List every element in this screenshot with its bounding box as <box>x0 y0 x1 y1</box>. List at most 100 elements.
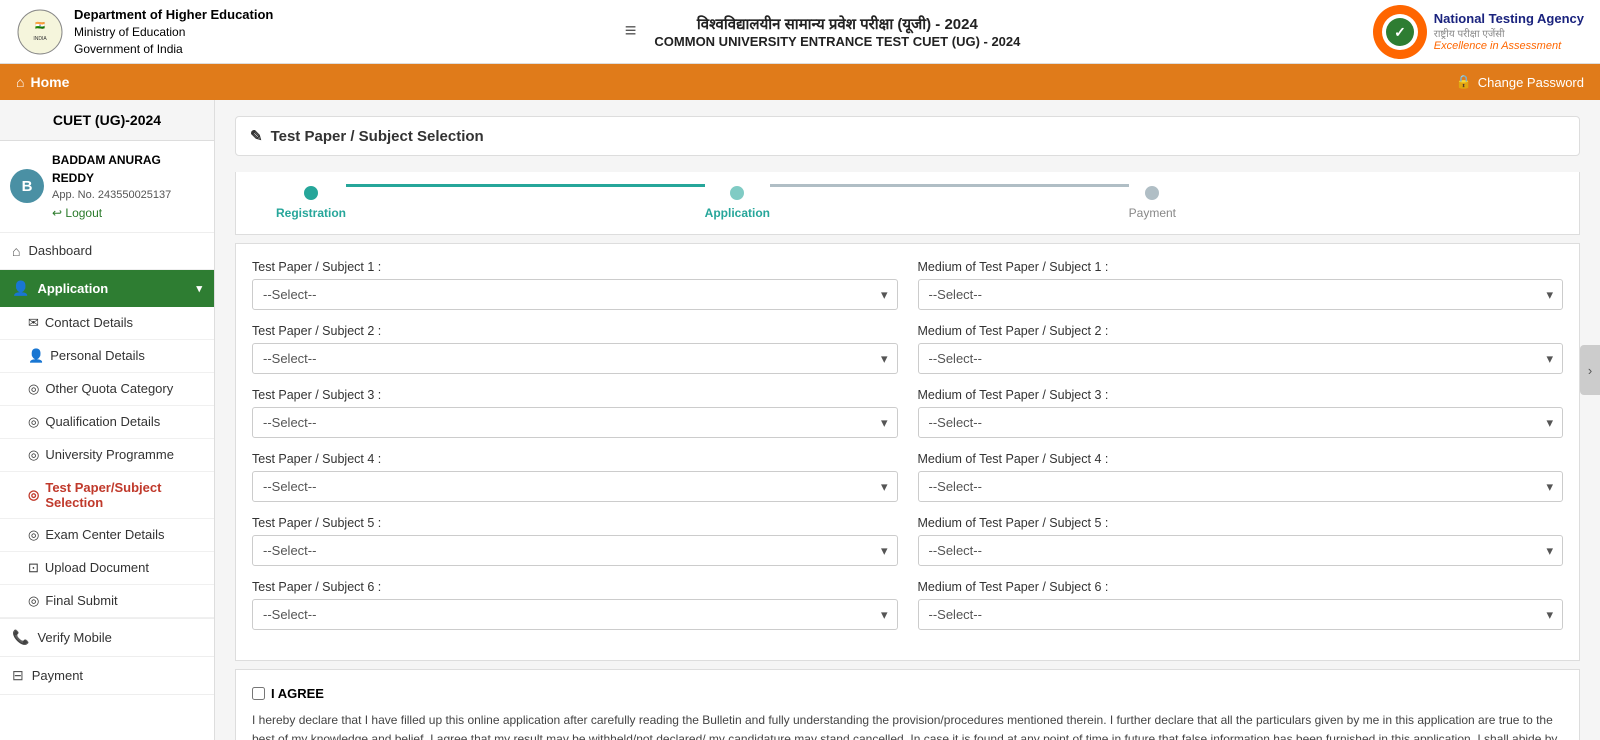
step-line-2 <box>770 184 1129 187</box>
sidebar-item-exam-center[interactable]: ◎ Exam Center Details <box>0 519 214 552</box>
hamburger-menu[interactable]: ≡ <box>625 20 637 43</box>
subject-1-group: Test Paper / Subject 1 : --Select-- <box>252 260 898 310</box>
dashboard-link[interactable]: ⌂ Dashboard <box>0 233 214 269</box>
subject-5-wrapper: --Select-- <box>252 535 898 566</box>
logout-link[interactable]: ↩ Logout <box>52 204 204 222</box>
subject-5-label: Test Paper / Subject 5 : <box>252 516 898 530</box>
title-hindi: विश्वविद्यालयीन सामान्य प्रवेश परीक्षा (… <box>654 14 1020 34</box>
medium-5-select[interactable]: --Select-- <box>918 535 1564 566</box>
personal-label: Personal Details <box>50 348 145 363</box>
agree-text: I hereby declare that I have filled up t… <box>252 711 1563 740</box>
medium-1-wrapper: --Select-- <box>918 279 1564 310</box>
payment-link[interactable]: ⊟ Payment <box>0 657 214 694</box>
sidebar-item-payment[interactable]: ⊟ Payment <box>0 657 214 695</box>
subject-5-group: Test Paper / Subject 5 : --Select-- <box>252 516 898 566</box>
medium-6-label: Medium of Test Paper / Subject 6 : <box>918 580 1564 594</box>
sidebar-item-contact-details[interactable]: ✉ Contact Details <box>0 307 214 340</box>
step-label-payment: Payment <box>1129 206 1176 220</box>
step-registration: Registration <box>276 186 346 220</box>
payment-label: Payment <box>32 668 83 683</box>
upload-label: Upload Document <box>45 560 149 575</box>
subject-3-select[interactable]: --Select-- <box>252 407 898 438</box>
nta-logo-svg: ✓ <box>1372 4 1428 60</box>
logout-icon: ↩ <box>52 206 62 220</box>
medium-4-select[interactable]: --Select-- <box>918 471 1564 502</box>
medium-3-group: Medium of Test Paper / Subject 3 : --Sel… <box>918 388 1564 438</box>
subject-2-select[interactable]: --Select-- <box>252 343 898 374</box>
sidebar-item-other-quota[interactable]: ◎ Other Quota Category <box>0 373 214 406</box>
test-icon: ◎ <box>28 487 39 503</box>
medium-2-group: Medium of Test Paper / Subject 2 : --Sel… <box>918 324 1564 374</box>
home-label: Home <box>30 74 69 90</box>
agree-label[interactable]: I AGREE <box>271 686 324 701</box>
sidebar-item-dashboard[interactable]: ⌂ Dashboard <box>0 233 214 270</box>
medium-2-label: Medium of Test Paper / Subject 2 : <box>918 324 1564 338</box>
medium-6-select[interactable]: --Select-- <box>918 599 1564 630</box>
medium-3-select[interactable]: --Select-- <box>918 407 1564 438</box>
agreement-section: I AGREE I hereby declare that I have fil… <box>235 669 1580 740</box>
medium-4-label: Medium of Test Paper / Subject 4 : <box>918 452 1564 466</box>
step-label-registration: Registration <box>276 206 346 220</box>
submit-icon: ◎ <box>28 593 39 609</box>
home-nav[interactable]: ⌂ Home <box>16 74 69 90</box>
sidebar-item-final-submit[interactable]: ◎ Final Submit <box>0 585 214 618</box>
sidebar-item-personal-details[interactable]: 👤 Personal Details <box>0 340 214 373</box>
step-label-application: Application <box>705 206 770 220</box>
header-center: विश्वविद्यालयीन सामान्य प्रवेश परीक्षा (… <box>654 14 1020 49</box>
submit-label: Final Submit <box>45 593 117 608</box>
medium-4-group: Medium of Test Paper / Subject 4 : --Sel… <box>918 452 1564 502</box>
quota-icon: ◎ <box>28 381 39 397</box>
subject-6-select[interactable]: --Select-- <box>252 599 898 630</box>
sidebar-item-verify-mobile[interactable]: 📞 Verify Mobile <box>0 619 214 657</box>
change-password-nav[interactable]: 🔒 Change Password <box>1456 74 1584 90</box>
medium-1-select[interactable]: --Select-- <box>918 279 1564 310</box>
user-info: B BADDAM ANURAG REDDY App. No. 243550025… <box>0 141 214 233</box>
verify-mobile-link[interactable]: 📞 Verify Mobile <box>0 619 214 656</box>
avatar: B <box>10 169 44 203</box>
sidebar-item-upload-doc[interactable]: ⊡ Upload Document <box>0 552 214 585</box>
subject-3-group: Test Paper / Subject 3 : --Select-- <box>252 388 898 438</box>
medium-2-select[interactable]: --Select-- <box>918 343 1564 374</box>
subject-2-group: Test Paper / Subject 2 : --Select-- <box>252 324 898 374</box>
chevron-down-icon: ▾ <box>196 282 202 295</box>
edit-icon: ✎ <box>250 127 263 145</box>
form-row-4: Test Paper / Subject 4 : --Select-- Medi… <box>252 452 1563 502</box>
verify-mobile-label: Verify Mobile <box>37 630 111 645</box>
subject-6-wrapper: --Select-- <box>252 599 898 630</box>
application-nav[interactable]: 👤 Application ▾ <box>0 270 214 307</box>
subject-1-label: Test Paper / Subject 1 : <box>252 260 898 274</box>
subject-6-group: Test Paper / Subject 6 : --Select-- <box>252 580 898 630</box>
step-circle-registration <box>304 186 318 200</box>
progress-steps: Registration Application Payment <box>276 186 1176 220</box>
step-circle-application <box>730 186 744 200</box>
medium-5-group: Medium of Test Paper / Subject 5 : --Sel… <box>918 516 1564 566</box>
dashboard-label: Dashboard <box>28 243 92 258</box>
nta-name: National Testing Agency <box>1434 11 1584 26</box>
subject-4-select[interactable]: --Select-- <box>252 471 898 502</box>
chevron-right-icon: › <box>1588 363 1592 378</box>
sidebar-nav: ⌂ Dashboard 👤 Application ▾ ✉ Contact De… <box>0 233 214 695</box>
form-row-2: Test Paper / Subject 2 : --Select-- Medi… <box>252 324 1563 374</box>
subject-4-wrapper: --Select-- <box>252 471 898 502</box>
subject-5-select[interactable]: --Select-- <box>252 535 898 566</box>
page-title: Test Paper / Subject Selection <box>271 128 484 145</box>
subject-3-wrapper: --Select-- <box>252 407 898 438</box>
sidebar-item-qualification[interactable]: ◎ Qualification Details <box>0 406 214 439</box>
govt: Government of India <box>74 41 273 58</box>
dept-name: Department of Higher Education <box>74 6 273 24</box>
medium-3-label: Medium of Test Paper / Subject 3 : <box>918 388 1564 402</box>
subject-1-select[interactable]: --Select-- <box>252 279 898 310</box>
medium-6-wrapper: --Select-- <box>918 599 1564 630</box>
sidebar-item-university[interactable]: ◎ University Programme <box>0 439 214 472</box>
personal-icon: 👤 <box>28 348 44 364</box>
page-title-bar: ✎ Test Paper / Subject Selection <box>235 116 1580 156</box>
application-label: Application <box>37 281 108 296</box>
medium-3-wrapper: --Select-- <box>918 407 1564 438</box>
sidebar-item-application[interactable]: 👤 Application ▾ ✉ Contact Details 👤 Pers… <box>0 270 214 619</box>
application-subnav: ✉ Contact Details 👤 Personal Details ◎ O… <box>0 307 214 618</box>
subject-4-label: Test Paper / Subject 4 : <box>252 452 898 466</box>
phone-icon: 📞 <box>12 629 29 646</box>
agree-checkbox[interactable] <box>252 687 265 700</box>
collapse-handle[interactable]: › <box>1580 345 1600 395</box>
sidebar-item-test-paper[interactable]: ◎ Test Paper/Subject Selection <box>0 472 214 519</box>
